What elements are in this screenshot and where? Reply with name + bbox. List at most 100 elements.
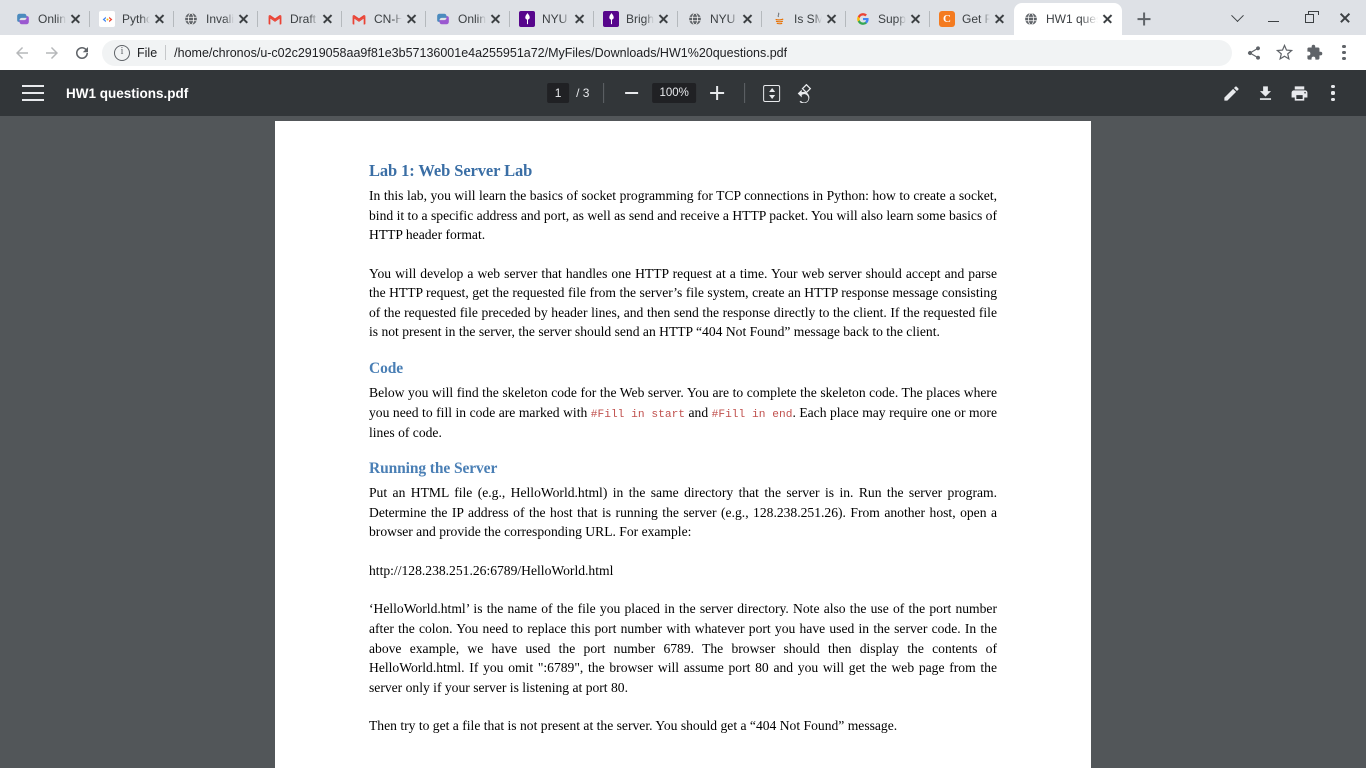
zoom-in-button[interactable] [704, 80, 730, 106]
new-tab-button[interactable] [1130, 5, 1158, 33]
tab-title: Brightspace [626, 12, 654, 26]
intro-paragraph: In this lab, you will learn the basics o… [369, 188, 997, 243]
pdf-page-controls: 1 / 3 100% [547, 80, 819, 106]
extensions-puzzle-icon [1306, 44, 1322, 60]
tab-close-button[interactable] [1100, 11, 1116, 27]
browser-tab-strip: Online Python Invalid Draft CN-HW Online NYU Br… [0, 0, 1366, 35]
tab-close-button[interactable] [152, 11, 168, 27]
tab-close-button[interactable] [236, 11, 252, 27]
close-window-button[interactable] [1328, 3, 1362, 33]
address-bar[interactable]: File /home/chronos/u-c02c2919058aa9f81e3… [102, 39, 1232, 66]
rotate-ccw-icon [797, 83, 812, 103]
page-total-label: / 3 [576, 86, 590, 100]
forward-button[interactable] [38, 39, 66, 67]
arrow-left-icon [16, 46, 28, 59]
fit-to-page-button[interactable] [759, 80, 785, 106]
code-paragraph: Below you will find the skeleton code fo… [369, 383, 997, 442]
fill-in-start-marker: #Fill in start [590, 408, 686, 421]
tab-search-button[interactable] [1220, 3, 1254, 33]
extensions-button[interactable] [1300, 39, 1328, 67]
python-favicon-icon [435, 11, 451, 27]
download-button[interactable] [1254, 82, 1276, 104]
more-vertical-icon [1331, 85, 1335, 101]
nyu-favicon-icon [603, 11, 619, 27]
url-scheme-label: File [137, 45, 158, 60]
rotate-button[interactable] [793, 80, 819, 106]
restore-button[interactable] [1292, 3, 1326, 33]
tab-close-button[interactable] [656, 11, 672, 27]
page-info-icon[interactable] [114, 44, 130, 61]
tab-title: Python [122, 12, 150, 26]
browser-tab[interactable]: C Get Rid [929, 3, 1014, 35]
print-icon [1291, 85, 1307, 101]
minimize-button[interactable] [1256, 3, 1290, 33]
browser-tab[interactable]: NYU [509, 3, 594, 35]
tab-close-button[interactable] [908, 11, 924, 27]
zoom-level-value[interactable]: 100% [652, 83, 696, 103]
code-section-heading: Code [369, 359, 404, 377]
tab-close-button[interactable] [740, 11, 756, 27]
tab-close-button[interactable] [68, 11, 84, 27]
bookmark-star-icon [1275, 44, 1293, 61]
browser-toolbar: File /home/chronos/u-c02c2919058aa9f81e3… [0, 35, 1366, 70]
browser-tab[interactable]: Is SMTP [761, 3, 846, 35]
close-icon [1339, 12, 1351, 24]
zoom-out-button[interactable] [618, 80, 644, 106]
tab-title: Draft [290, 12, 317, 26]
tab-title: Online [38, 12, 66, 26]
tab-title: CN-HW [374, 12, 402, 26]
browser-tab[interactable]: Online [425, 3, 510, 35]
fit-page-icon [763, 84, 781, 102]
globe-favicon-icon [687, 11, 703, 27]
nyu-favicon-icon [519, 11, 535, 27]
pencil-icon [1223, 85, 1239, 101]
window-controls [1220, 3, 1362, 33]
browser-tab[interactable]: Draft [257, 3, 342, 35]
pdf-page-scroll-area[interactable]: Lab 1: Web Server Lab In this lab, you w… [0, 116, 1366, 768]
restore-icon [1304, 10, 1319, 23]
python-favicon-icon [15, 11, 31, 27]
tab-title: Get Rid [962, 12, 990, 26]
toolbar-actions [1240, 39, 1358, 67]
browser-tab[interactable]: CN-HW [341, 3, 426, 35]
pdf-sidebar-toggle-button[interactable] [22, 85, 44, 101]
tab-title: NYU [542, 12, 568, 26]
browser-tab[interactable]: Invalid [173, 3, 258, 35]
minus-icon [624, 92, 638, 94]
chrome-menu-button[interactable] [1330, 39, 1358, 67]
share-button[interactable] [1240, 39, 1268, 67]
globe-favicon-icon [1023, 11, 1039, 27]
running-section-heading: Running the Server [369, 460, 498, 478]
code-favicon-icon [99, 11, 115, 27]
hamburger-bar [22, 92, 44, 94]
browser-tab[interactable]: Online [6, 3, 90, 35]
browser-tab[interactable]: NYU [677, 3, 762, 35]
globe-favicon-icon [183, 11, 199, 27]
browser-tab[interactable]: HW1 questions.pdf [1014, 3, 1122, 35]
pdf-more-button[interactable] [1322, 82, 1344, 104]
tab-close-button[interactable] [404, 11, 420, 27]
print-button[interactable] [1288, 82, 1310, 104]
browser-tab[interactable]: Python [89, 3, 174, 35]
reload-button[interactable] [68, 39, 96, 67]
example-url-text: http://128.238.251.26:6789/HelloWorld.ht… [369, 562, 614, 578]
hamburger-bar [22, 85, 44, 87]
tab-title: Support [878, 12, 906, 26]
back-button[interactable] [8, 39, 36, 67]
page-number-input[interactable]: 1 [547, 83, 570, 103]
google-favicon-icon [855, 11, 871, 27]
browser-tab[interactable]: Brightspace [593, 3, 678, 35]
tab-close-button[interactable] [992, 11, 1008, 27]
tab-close-button[interactable] [572, 11, 588, 27]
gmail-favicon-icon [267, 11, 283, 27]
tab-close-button[interactable] [824, 11, 840, 27]
bookmark-button[interactable] [1270, 39, 1298, 67]
tab-close-button[interactable] [320, 11, 336, 27]
pdf-page-1: Lab 1: Web Server Lab In this lab, you w… [275, 121, 1091, 768]
omnibox-divider [165, 45, 167, 60]
annotate-button[interactable] [1220, 82, 1242, 104]
more-vertical-icon [1342, 44, 1346, 61]
tab-close-button[interactable] [488, 11, 504, 27]
browser-tab[interactable]: Support [845, 3, 930, 35]
